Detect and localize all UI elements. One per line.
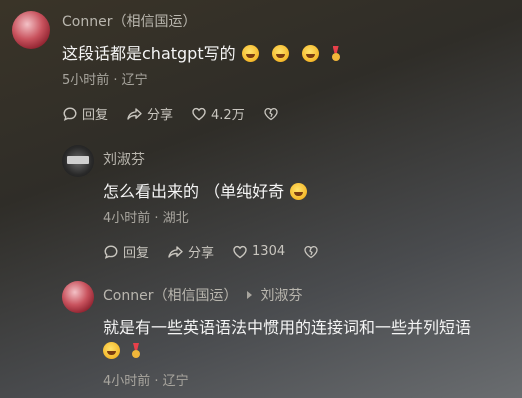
comment-text: 这段话都是chatgpt写的 (62, 40, 341, 64)
medal-icon (131, 343, 141, 359)
comment-bubble-icon (104, 244, 118, 259)
share-arrow-icon (168, 245, 183, 258)
avatar-image (67, 156, 89, 164)
reply-to-author[interactable]: 刘淑芬 (260, 288, 302, 304)
comment-actions: 回复 分享 4.2万 (62, 104, 283, 123)
broken-heart-icon (304, 245, 318, 258)
rofl-emoji-icon (301, 45, 319, 62)
medal-icon (331, 46, 341, 62)
rofl-emoji-icon (103, 342, 120, 359)
reply-label: 回复 (123, 246, 150, 261)
heart-icon (192, 107, 206, 120)
comment-meta: 5小时前 · 辽宁 (62, 73, 148, 88)
share-label: 分享 (147, 108, 174, 123)
share-label: 分享 (188, 246, 215, 261)
comment-author[interactable]: 刘淑芬 (103, 149, 145, 169)
comment-text: 就是有一些英语语法中惯用的连接词和一些并列短语 (103, 318, 472, 337)
comment-author[interactable]: Conner（相信国运） (103, 288, 237, 304)
dislike-button[interactable] (263, 106, 283, 122)
comment-text-content: 怎么看出来的 （单纯好奇 (103, 182, 285, 201)
like-count: 1304 (252, 244, 286, 259)
reply-label: 回复 (82, 108, 109, 123)
avatar[interactable] (12, 11, 50, 49)
avatar[interactable] (62, 281, 94, 313)
rofl-emoji-icon (290, 183, 308, 200)
share-button[interactable]: 分享 (126, 104, 173, 123)
share-button[interactable]: 分享 (167, 242, 214, 261)
comment-actions: 回复 分享 1304 (103, 242, 323, 261)
like-button[interactable]: 4.2万 (191, 104, 245, 123)
reply-button[interactable]: 回复 (103, 242, 149, 261)
comment-author-line: Conner（相信国运） 刘淑芬 (103, 285, 302, 305)
comment-meta: 4小时前 · 湖北 (103, 211, 189, 226)
comment-text-content: 这段话都是chatgpt写的 (62, 44, 236, 63)
reply-button[interactable]: 回复 (62, 104, 108, 123)
comment-emojis (103, 341, 141, 360)
avatar[interactable] (62, 145, 94, 177)
reply-arrow-icon (247, 291, 253, 299)
share-arrow-icon (127, 107, 142, 120)
like-button[interactable]: 1304 (232, 244, 285, 260)
comment-meta: 4小时前 · 辽宁 (103, 374, 189, 389)
rofl-emoji-icon (241, 45, 259, 62)
comment-text: 怎么看出来的 （单纯好奇 (103, 178, 313, 202)
rofl-emoji-icon (271, 45, 289, 62)
like-count: 4.2万 (211, 108, 245, 123)
heart-icon (233, 245, 247, 258)
broken-heart-icon (264, 107, 278, 120)
comment-bubble-icon (63, 106, 77, 121)
comment-author[interactable]: Conner（相信国运） (62, 11, 196, 31)
dislike-button[interactable] (303, 244, 323, 260)
